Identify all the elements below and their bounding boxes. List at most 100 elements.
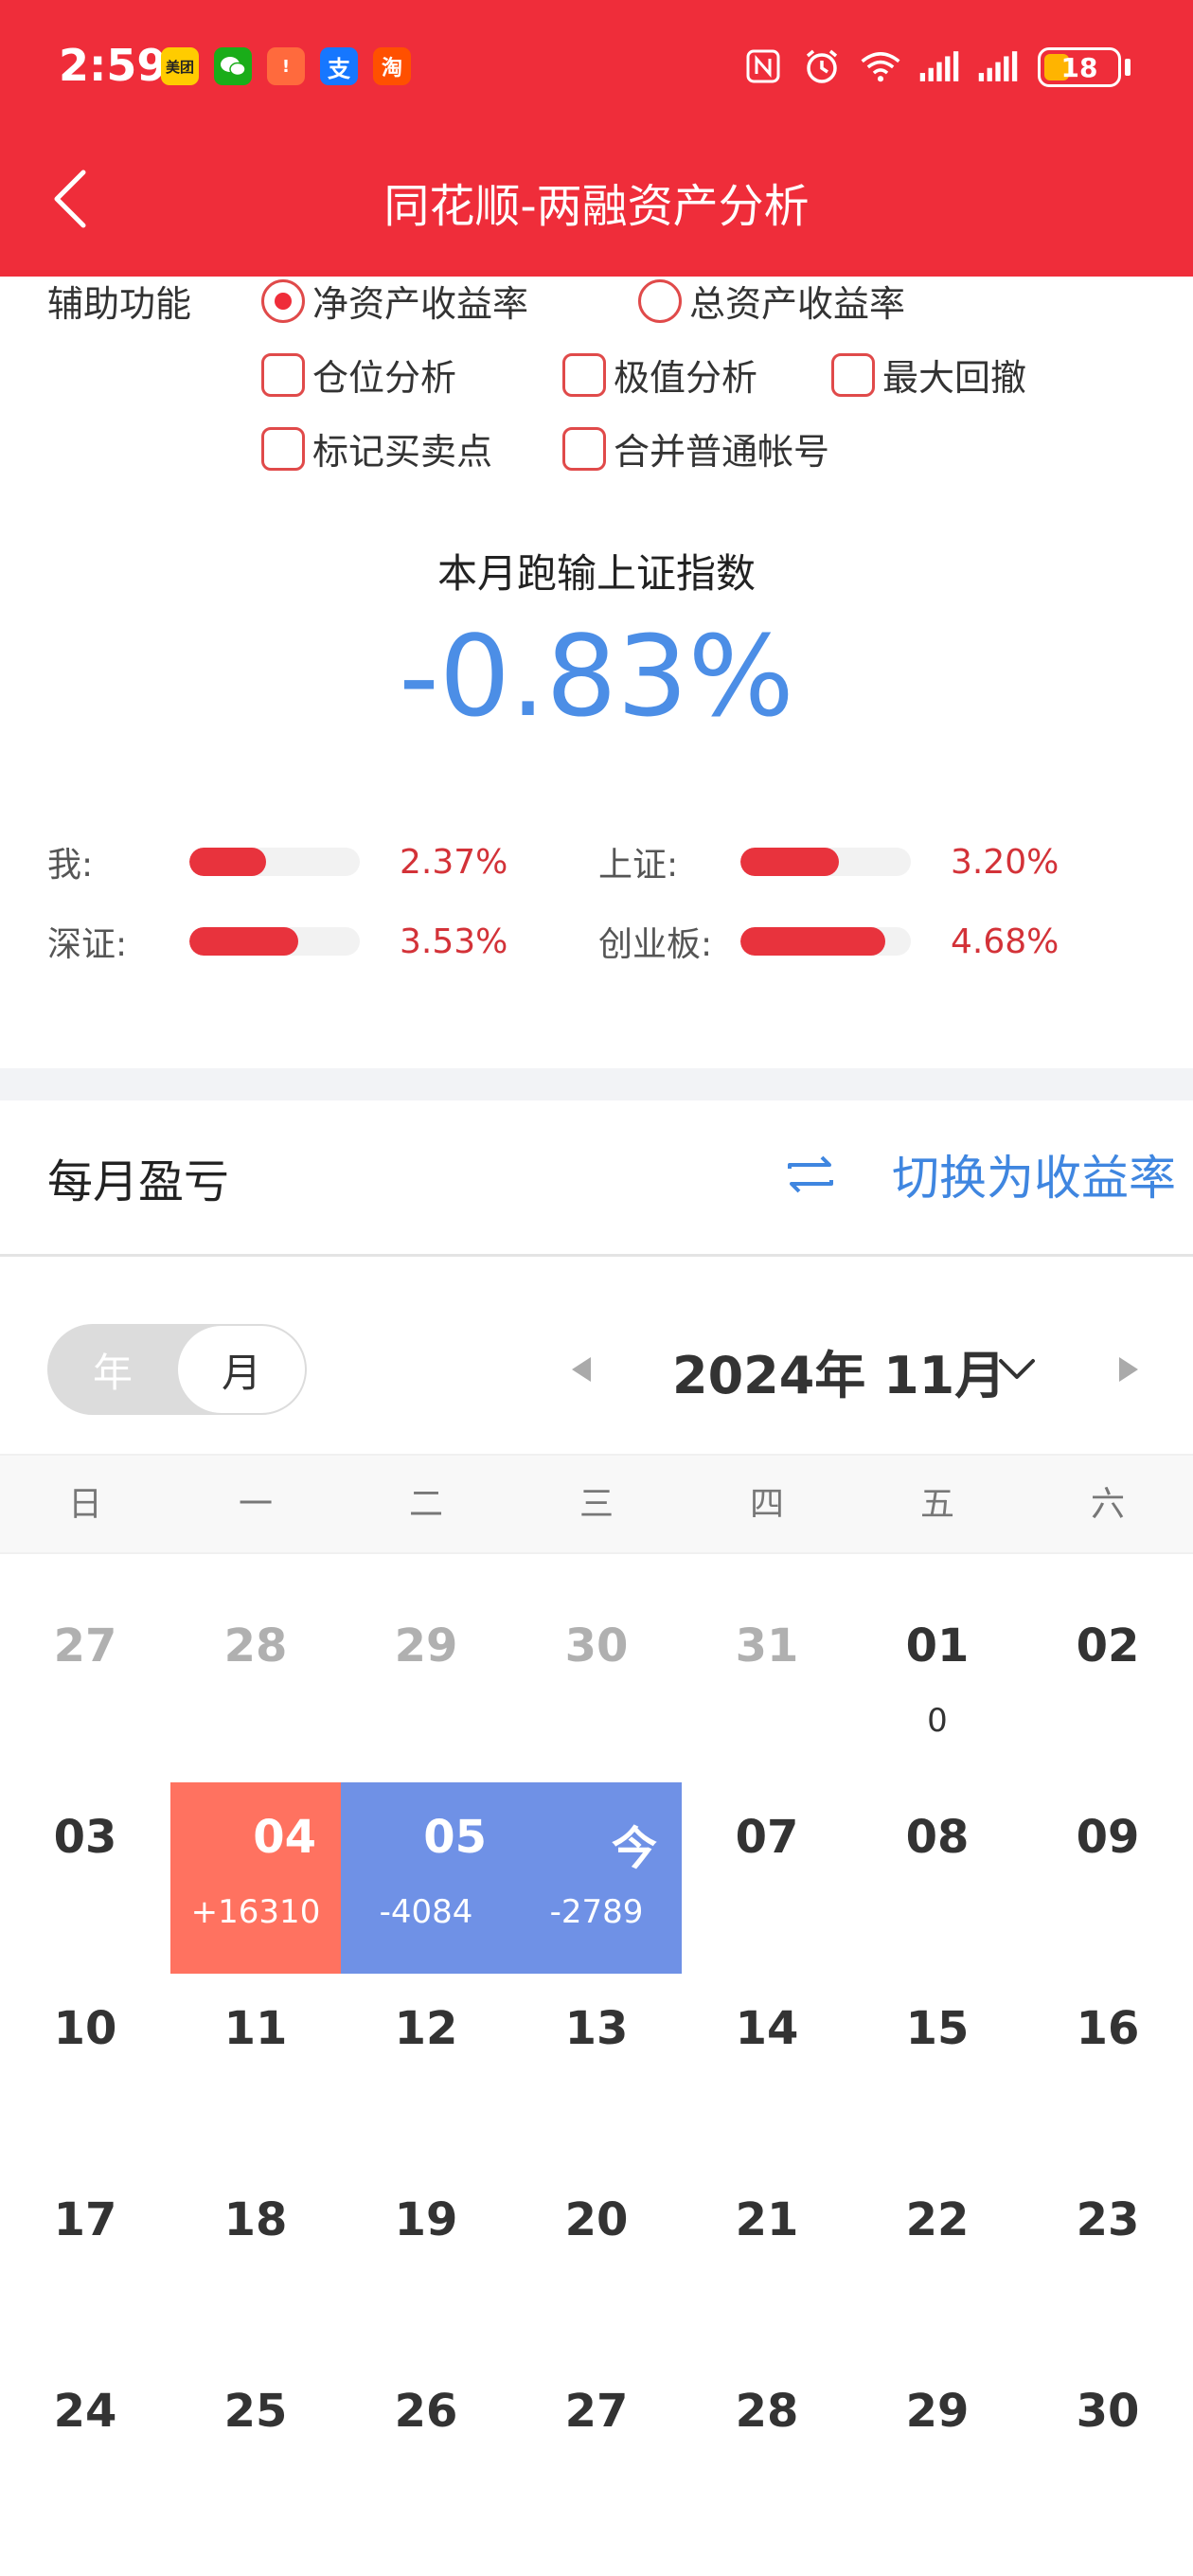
monthly-pnl-title: 每月盈亏 xyxy=(47,1155,230,1208)
wifi-icon xyxy=(860,45,901,87)
page-title: 同花顺-两融资产分析 xyxy=(383,180,810,233)
calendar-day-number: 30 xyxy=(564,1619,629,1673)
checkbox-mark-trades[interactable]: 标记买卖点 xyxy=(261,422,492,474)
calendar-day-cell[interactable]: 12 xyxy=(341,1974,511,2165)
bar-fill xyxy=(189,848,266,876)
calendar-day-pnl: 0 xyxy=(927,1702,948,1740)
checkbox-icon xyxy=(261,426,305,471)
calendar-day-cell[interactable]: 今 -2789 xyxy=(511,1782,682,1974)
checkbox-max-drawdown[interactable]: 最大回撤 xyxy=(831,349,1026,401)
checkbox-icon xyxy=(831,352,875,397)
bar-value: 3.53% xyxy=(400,921,508,961)
checkbox-merge-account-label: 合并普通帐号 xyxy=(614,431,830,473)
calendar-day-cell[interactable]: 14 xyxy=(682,1974,852,2165)
status-app-icons: 美团 ! 支 淘 xyxy=(161,47,411,85)
calendar-day-cell[interactable]: 30 xyxy=(1023,2356,1193,2548)
calendar-day-number: 29 xyxy=(394,1619,458,1673)
calendar-day-cell[interactable]: 27 xyxy=(0,1591,170,1782)
app-header: 2:59 美团 ! 支 淘 18 同花顺-两融资产分析 xyxy=(0,0,1193,277)
calendar-day-number: 02 xyxy=(1076,1619,1140,1673)
calendar-day-number: 17 xyxy=(53,2193,117,2246)
weekday-label: 日 xyxy=(67,1485,102,1524)
segment-month[interactable]: 月 xyxy=(178,1326,305,1413)
checkbox-position-analysis[interactable]: 仓位分析 xyxy=(261,349,456,401)
calendar-day-number: 05 xyxy=(423,1811,487,1864)
bar-fill xyxy=(189,927,299,956)
calendar-day-number: 27 xyxy=(53,1619,117,1673)
radio-checked-icon xyxy=(261,278,305,323)
bar-fill xyxy=(740,927,885,956)
calendar-day-cell[interactable]: 18 xyxy=(170,2165,341,2356)
calendar-day-cell[interactable]: 25 xyxy=(170,2356,341,2548)
calendar-day-cell[interactable]: 11 xyxy=(170,1974,341,2165)
current-month[interactable]: 2024年 11月 xyxy=(672,1333,1006,1408)
switch-to-return-button[interactable]: 切换为收益率 xyxy=(782,1140,1176,1208)
calendar-day-cell[interactable]: 16 xyxy=(1023,1974,1193,2165)
calendar-week: 24 25 26 27 28 29 30 xyxy=(0,2356,1193,2548)
calendar-day-cell[interactable]: 10 xyxy=(0,1974,170,2165)
status-time: 2:59 xyxy=(59,40,168,91)
battery-level: 18 xyxy=(1060,51,1098,83)
checkbox-merge-account[interactable]: 合并普通帐号 xyxy=(562,422,829,474)
calendar-day-cell[interactable]: 13 xyxy=(511,1974,682,2165)
year-month-toggle: 年 月 xyxy=(47,1324,307,1415)
calendar-day-cell[interactable]: 29 xyxy=(341,1591,511,1782)
bar-value: 4.68% xyxy=(951,921,1059,961)
switch-to-return-label: 切换为收益率 xyxy=(892,1151,1176,1206)
calendar-day-cell[interactable]: 30 xyxy=(511,1591,682,1782)
checkbox-icon xyxy=(562,426,606,471)
chevron-down-icon[interactable] xyxy=(996,1349,1038,1390)
calendar-day-cell[interactable]: 27 xyxy=(511,2356,682,2548)
battery-cap xyxy=(1125,59,1131,76)
checkbox-extreme-analysis-label: 极值分析 xyxy=(614,357,758,399)
radio-net-asset-return-label: 净资产收益率 xyxy=(312,283,529,325)
checkbox-extreme-analysis[interactable]: 极值分析 xyxy=(562,349,757,401)
alarm-icon xyxy=(801,45,843,87)
calendar-day-cell[interactable]: 07 xyxy=(682,1782,852,1974)
next-month-button[interactable] xyxy=(1110,1349,1148,1390)
bar-track xyxy=(740,927,911,956)
calendar-day-cell[interactable]: 04 +16310 xyxy=(170,1782,341,1974)
alipay-icon: 支 xyxy=(320,47,358,85)
calendar-day-cell[interactable]: 02 xyxy=(1023,1591,1193,1782)
radio-net-asset-return[interactable]: 净资产收益率 xyxy=(261,275,528,327)
calendar-day-cell[interactable]: 26 xyxy=(341,2356,511,2548)
calendar-day-cell[interactable]: 31 xyxy=(682,1591,852,1782)
calendar-day-number: 24 xyxy=(53,2385,117,2438)
radio-unchecked-icon xyxy=(638,278,682,323)
calendar-day-cell[interactable]: 03 xyxy=(0,1782,170,1974)
segment-year[interactable]: 年 xyxy=(47,1324,178,1415)
calendar-day-cell[interactable]: 17 xyxy=(0,2165,170,2356)
calendar-day-cell[interactable]: 19 xyxy=(341,2165,511,2356)
calendar-day-cell[interactable]: 15 xyxy=(852,1974,1023,2165)
calendar-day-cell[interactable]: 28 xyxy=(682,2356,852,2548)
comparison-title: 本月跑输上证指数 xyxy=(436,550,756,597)
calendar-day-cell[interactable]: 28 xyxy=(170,1591,341,1782)
calendar-day-number: 18 xyxy=(223,2193,288,2246)
radio-total-asset-return[interactable]: 总资产收益率 xyxy=(638,275,905,327)
calendar-day-cell[interactable]: 01 0 xyxy=(852,1591,1023,1782)
calendar-day-cell[interactable]: 23 xyxy=(1023,2165,1193,2356)
calendar-day-pnl: -4084 xyxy=(379,1893,473,1931)
checkbox-icon xyxy=(562,352,606,397)
calendar-week: 03 04 +16310 05 -4084 今 -2789 07 08 09 xyxy=(0,1782,1193,1974)
calendar-day-cell[interactable]: 24 xyxy=(0,2356,170,2548)
calendar-day-cell[interactable]: 21 xyxy=(682,2165,852,2356)
calendar-day-cell[interactable]: 05 -4084 xyxy=(341,1782,511,1974)
bar-row-shanghai: 上证: 3.20% xyxy=(598,837,1059,886)
calendar-day-cell[interactable]: 20 xyxy=(511,2165,682,2356)
calendar-day-number: 30 xyxy=(1076,2385,1140,2438)
weekday-label: 一 xyxy=(238,1485,273,1524)
prev-month-button[interactable] xyxy=(562,1349,600,1390)
calendar-grid: 27 28 29 30 31 01 0 02 03 04 +16310 05 -4084 今 -2789 07… xyxy=(0,1591,1193,2548)
bar-name: 上证: xyxy=(598,846,679,885)
calendar-day-number: 28 xyxy=(223,1619,288,1673)
calendar-day-number: 22 xyxy=(905,2193,970,2246)
calendar-day-cell[interactable]: 08 xyxy=(852,1782,1023,1974)
calendar-day-cell[interactable]: 09 xyxy=(1023,1782,1193,1974)
comparison-value: -0.83% xyxy=(399,611,794,742)
calendar-day-cell[interactable]: 22 xyxy=(852,2165,1023,2356)
calendar-day-cell[interactable]: 29 xyxy=(852,2356,1023,2548)
calendar-day-number: 08 xyxy=(905,1811,970,1864)
checkbox-position-analysis-label: 仓位分析 xyxy=(312,357,457,399)
